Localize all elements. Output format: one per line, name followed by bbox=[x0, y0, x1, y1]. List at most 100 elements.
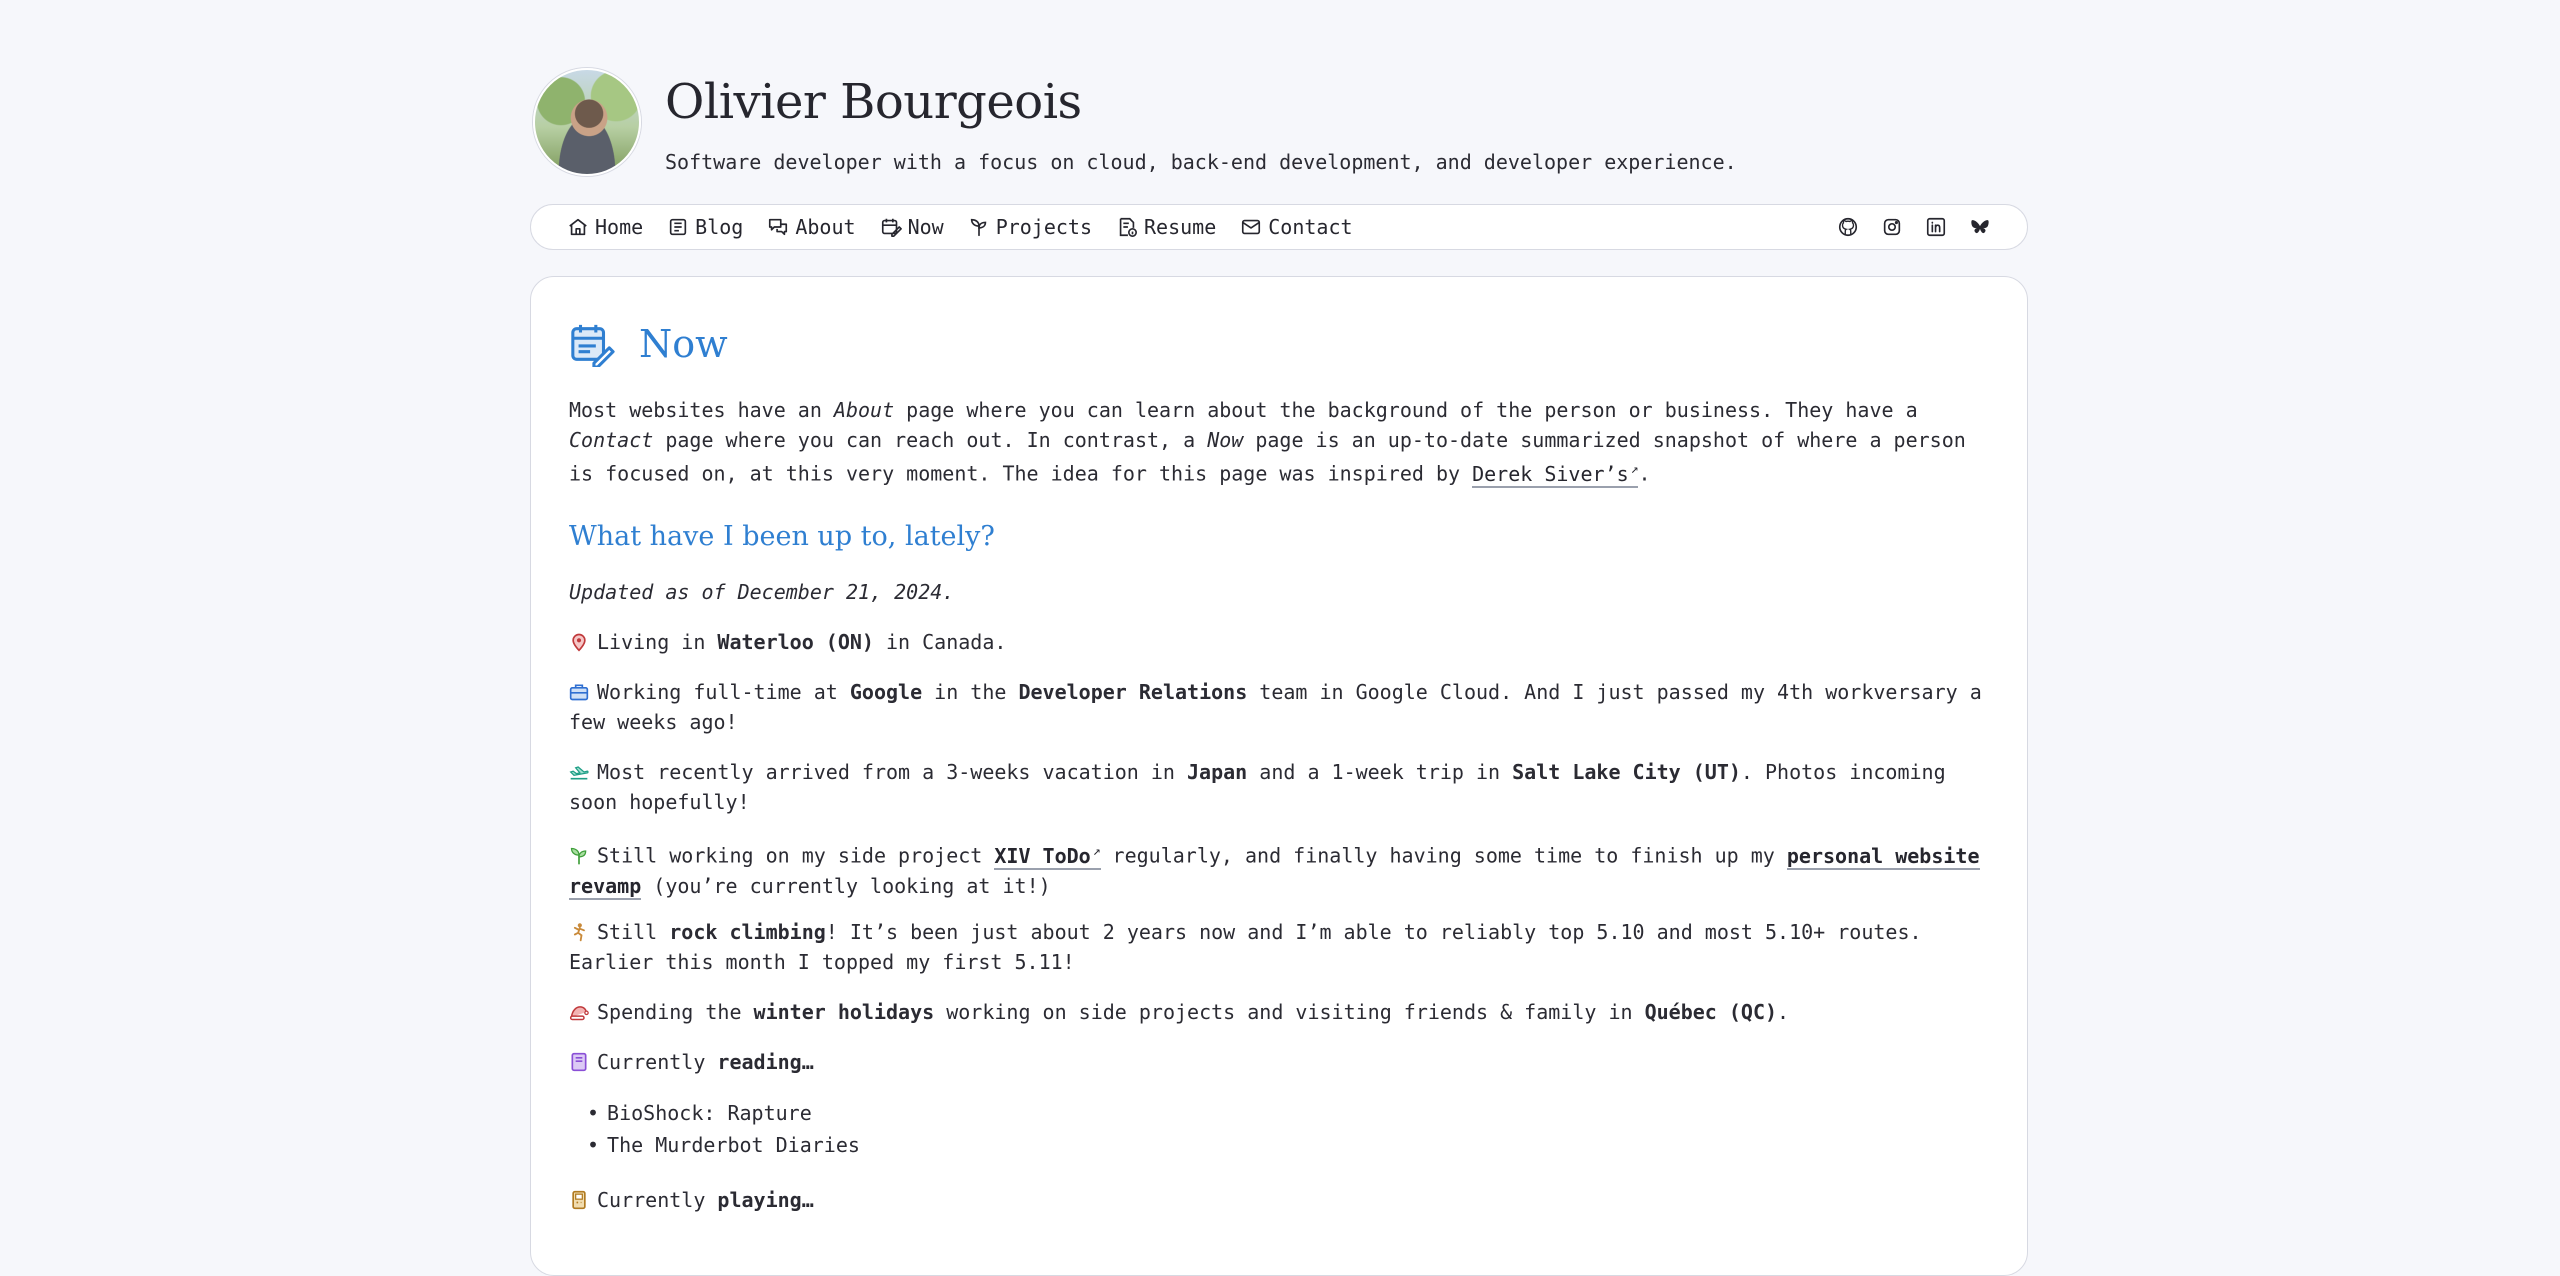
page-title: Now bbox=[639, 322, 728, 366]
text-strong: Developer Relations bbox=[1018, 680, 1248, 704]
chat-bubbles-icon bbox=[769, 218, 788, 236]
intro-paragraph: Most websites have an About page where y… bbox=[569, 395, 1969, 489]
text: Most websites have an bbox=[569, 398, 834, 422]
text: . bbox=[1638, 461, 1651, 486]
text-strong: Japan bbox=[1187, 760, 1248, 784]
text-strong: Québec (QC) bbox=[1644, 1000, 1778, 1024]
sprout-icon bbox=[970, 218, 986, 237]
text: Currently bbox=[597, 1050, 718, 1074]
link-text: XIV ToDo bbox=[994, 843, 1091, 868]
text: Still bbox=[597, 920, 670, 944]
text-emphasis: Contact bbox=[569, 428, 654, 452]
text-strong: reading… bbox=[717, 1050, 814, 1074]
handheld-console-icon bbox=[572, 1190, 586, 1210]
text-strong: winter holidays bbox=[753, 1000, 935, 1024]
text: working on side projects and visiting fr… bbox=[934, 1000, 1645, 1024]
book-icon bbox=[571, 1052, 587, 1072]
nav-item-blog[interactable]: Blog bbox=[667, 215, 743, 239]
nav-label: Contact bbox=[1268, 215, 1353, 239]
xiv-todo-link[interactable]: XIV ToDo ↗ bbox=[994, 843, 1101, 870]
nav-label: Resume bbox=[1144, 215, 1217, 239]
avatar bbox=[533, 68, 641, 176]
text-strong: playing… bbox=[717, 1188, 814, 1212]
text: in Canada. bbox=[873, 630, 1007, 654]
nav-item-home[interactable]: Home bbox=[567, 215, 643, 239]
main-content-card: Now Most websites have an About page whe… bbox=[530, 276, 2028, 1276]
nav-label: Blog bbox=[695, 215, 744, 239]
nav-item-projects[interactable]: Projects bbox=[968, 215, 1092, 239]
linkedin-link[interactable] bbox=[1925, 216, 1947, 238]
nav-item-now[interactable]: Now bbox=[880, 215, 944, 239]
nav-item-contact[interactable]: Contact bbox=[1240, 215, 1353, 239]
site-tagline: Software developer with a focus on cloud… bbox=[665, 150, 1737, 174]
page-wrapper: Olivier Bourgeois Software developer wit… bbox=[530, 0, 2030, 1276]
list-item: The Murderbot Diaries bbox=[587, 1129, 860, 1161]
bluesky-icon bbox=[1971, 220, 1989, 234]
nav-label: Home bbox=[595, 215, 644, 239]
calendar-pen-icon bbox=[881, 218, 902, 237]
text: and a 1-week trip in bbox=[1247, 760, 1513, 784]
climber-icon bbox=[573, 923, 585, 942]
text: Currently bbox=[597, 1188, 718, 1212]
site-header: Olivier Bourgeois Software developer wit… bbox=[530, 0, 2030, 250]
nav-label: About bbox=[795, 215, 856, 239]
sprout-icon bbox=[570, 847, 587, 864]
list-item: Most recently arrived from a 3-weeks vac… bbox=[569, 757, 1989, 817]
text-strong: Salt Lake City (UT) bbox=[1512, 760, 1741, 784]
nav-label: Projects bbox=[995, 215, 1093, 239]
text-emphasis: About bbox=[833, 398, 895, 422]
section-heading: What have I been up to, lately? bbox=[569, 521, 995, 552]
newspaper-icon bbox=[670, 218, 687, 236]
external-link-icon: ↗ bbox=[1092, 844, 1101, 859]
text: in the bbox=[922, 680, 1019, 704]
text: regularly, and finally having some time … bbox=[1100, 843, 1787, 868]
briefcase-icon bbox=[569, 684, 589, 701]
airplane-landing-icon bbox=[569, 766, 589, 780]
document-info-icon bbox=[1119, 217, 1138, 237]
santa-hat-icon bbox=[569, 1006, 589, 1021]
list-item: Living in Waterloo (ON) in Canada. bbox=[569, 627, 1989, 657]
list-item: Currently reading… bbox=[569, 1047, 1989, 1077]
list-item: Working full-time at Google in the Devel… bbox=[569, 677, 1989, 737]
updated-date: Updated as of December 21, 2024. bbox=[569, 580, 955, 604]
link-text: Derek Siver’s bbox=[1472, 461, 1629, 486]
text: Still working on my side project bbox=[597, 843, 995, 868]
github-icon bbox=[1838, 217, 1858, 237]
nav-label: Now bbox=[907, 215, 944, 239]
list-item: BioShock: Rapture bbox=[587, 1097, 860, 1129]
instagram-icon bbox=[1883, 218, 1901, 236]
location-pin-icon bbox=[572, 633, 586, 652]
nav-item-resume[interactable]: Resume bbox=[1116, 215, 1216, 239]
page-heading: Now bbox=[569, 321, 728, 367]
text: page where you can learn about the backg… bbox=[894, 398, 1918, 422]
calendar-pen-icon bbox=[571, 324, 615, 367]
linkedin-icon bbox=[1926, 217, 1946, 237]
text-strong: Google bbox=[849, 680, 923, 704]
mail-icon bbox=[1242, 219, 1261, 235]
bluesky-link[interactable] bbox=[1969, 216, 1991, 238]
nav-links: Home Blog About Now Projects Resume Cont… bbox=[567, 205, 1353, 249]
text: . bbox=[1777, 1000, 1790, 1024]
text: (you’re currently looking at it!) bbox=[641, 873, 1051, 898]
text-strong: Waterloo (ON) bbox=[717, 630, 874, 654]
list-item: Still rock climbing! It’s been just abou… bbox=[569, 917, 1989, 977]
text: page where you can reach out. In contras… bbox=[653, 428, 1208, 452]
list-item: Still working on my side project XIV ToD… bbox=[569, 837, 1989, 901]
instagram-link[interactable] bbox=[1881, 216, 1903, 238]
derek-sivers-link[interactable]: Derek Siver’s ↗ bbox=[1472, 461, 1639, 488]
reading-list: BioShock: Rapture The Murderbot Diaries bbox=[587, 1097, 860, 1161]
nav-item-about[interactable]: About bbox=[767, 215, 856, 239]
text: Most recently arrived from a 3-weeks vac… bbox=[597, 760, 1188, 784]
text-emphasis: Now bbox=[1207, 428, 1244, 452]
github-link[interactable] bbox=[1837, 216, 1859, 238]
site-owner-name: Olivier Bourgeois bbox=[665, 74, 1082, 130]
text: Living in bbox=[597, 630, 718, 654]
list-item: Spending the winter holidays working on … bbox=[569, 997, 1989, 1027]
social-links bbox=[1837, 205, 1991, 249]
list-item: Currently playing… bbox=[569, 1185, 1989, 1215]
main-nav: Home Blog About Now Projects Resume Cont… bbox=[530, 204, 2028, 250]
home-icon bbox=[569, 218, 587, 236]
text: Working full-time at bbox=[597, 680, 850, 704]
text-strong: rock climbing bbox=[669, 920, 826, 944]
text: Spending the bbox=[597, 1000, 754, 1024]
